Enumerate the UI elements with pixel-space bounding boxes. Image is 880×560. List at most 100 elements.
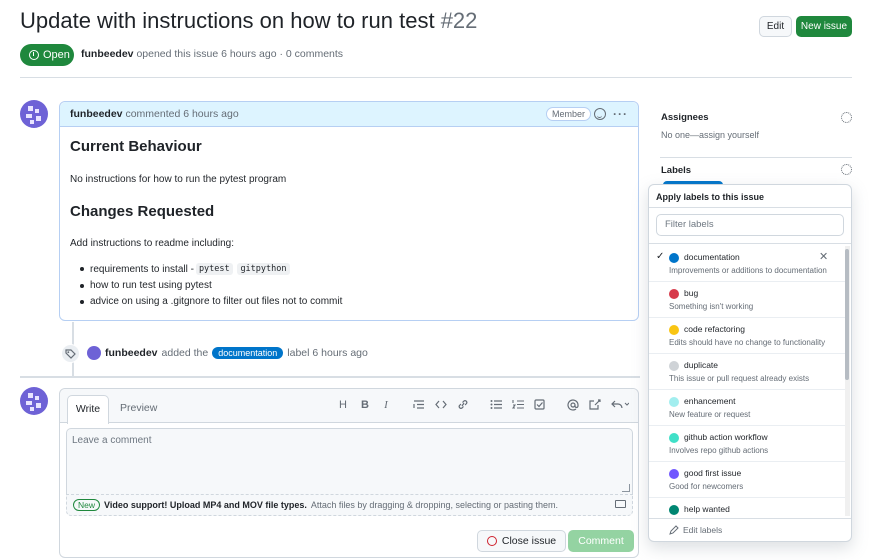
label-color-swatch [669,361,679,371]
heading-icon[interactable]: H [336,399,350,411]
comment-time[interactable]: commented 6 hours ago [125,108,238,120]
comment-paragraph: Add instructions to readme including: [70,238,234,249]
italic-icon[interactable]: I [379,399,393,411]
labels-title[interactable]: Labels [661,165,691,176]
attach-files-bar[interactable]: New Video support! Upload MP4 and MOV fi… [66,494,633,516]
label-option-bug[interactable]: bug Something isn't working [649,282,845,318]
label-documentation[interactable]: documentation [212,347,284,359]
mention-icon[interactable] [566,399,580,414]
label-color-swatch [669,469,679,479]
event-author-link[interactable]: funbeedev [105,347,158,359]
quote-icon[interactable] [412,399,426,413]
label-option-duplicate[interactable]: duplicate This issue or pull request alre… [649,354,845,390]
label-option-name: code refactoring [684,324,745,334]
issue-meta-text: opened this issue 6 hours ago · 0 commen… [136,48,344,60]
comment-meta: funbeedev commented 6 hours ago [70,108,239,120]
label-option-desc: New feature or request [669,410,751,419]
numbered-list-icon[interactable] [511,399,525,413]
label-option-name: github action workflow [684,432,768,442]
comment-author-link[interactable]: funbeedev [70,108,123,120]
comment-paragraph: No instructions for how to run the pytes… [70,174,287,185]
tab-preview[interactable]: Preview [120,402,157,414]
comment-button[interactable]: Comment [568,530,634,552]
label-option-desc: Improvements or additions to documentati… [669,266,827,275]
inline-code: pytest [195,263,233,275]
kebab-menu-icon[interactable]: ··· [613,107,628,121]
label-option-desc: This issue or pull request already exist… [669,374,810,383]
comment-heading-changes: Changes Requested [70,203,215,220]
issue-opened-icon [29,50,39,60]
comment-textarea[interactable]: Leave a comment [66,428,633,494]
tag-icon [61,344,80,363]
label-color-swatch [669,253,679,263]
list-item-text: requirements to install - [90,263,194,275]
label-option-desc: Good for newcomers [669,482,744,491]
label-option-name: duplicate [684,360,719,370]
edit-labels-label: Edit labels [683,525,723,535]
status-badge-label: Open [43,49,70,61]
reference-icon[interactable] [588,399,602,413]
timeline-divider [20,376,640,378]
inline-code: gitpython [237,263,290,275]
assignees-title[interactable]: Assignees [661,112,709,123]
label-option-help-wanted[interactable]: help wanted [649,498,845,516]
issue-author-link[interactable]: funbeedev [81,48,134,60]
label-option-enhancement[interactable]: enhancement New feature or request [649,390,845,426]
edit-button[interactable]: Edit [759,16,792,37]
label-color-swatch [669,325,679,335]
avatar[interactable] [20,100,48,128]
label-option-desc: Something isn't working [669,302,754,311]
assignees-text[interactable]: No one—assign yourself [661,130,759,140]
tab-write[interactable]: Write [67,395,109,424]
filter-labels-input[interactable]: Filter labels [656,214,844,236]
dropdown-divider [649,243,851,244]
list-item: advice on using a .gitgnore to filter ou… [80,296,342,307]
avatar[interactable] [20,387,48,415]
scrollbar-thumb[interactable] [845,249,849,380]
comment-header: funbeedev commented 6 hours ago Member ·… [60,102,638,127]
dropdown-divider [649,207,851,208]
label-color-swatch [669,397,679,407]
new-badge: New [73,499,101,511]
header-divider [20,77,852,78]
new-issue-button[interactable]: New issue [796,16,852,37]
gear-icon[interactable] [841,112,852,123]
code-icon[interactable] [434,399,448,413]
status-badge: Open [20,44,74,66]
label-option-documentation[interactable]: ✓ documentation Improvements or additions … [649,246,845,282]
label-option-code-refactoring[interactable]: code refactoring Edits should have no cha… [649,318,845,354]
label-option-good-first-issue[interactable]: good first issue Good for newcomers [649,462,845,498]
resize-handle-icon[interactable] [622,484,630,492]
list-item: requirements to install - pytest gitpyth… [80,263,290,275]
sidebar-divider [660,157,852,158]
pencil-icon [669,525,679,535]
member-badge: Member [546,107,592,121]
label-option-github-action-workflow[interactable]: github action workflow Involves repo gith… [649,426,845,462]
label-event: funbeedev added the documentation label … [87,346,368,360]
comment-heading-current: Current Behaviour [70,138,202,155]
issue-meta: funbeedev opened this issue 6 hours ago … [81,48,343,60]
gear-icon[interactable] [841,164,852,175]
close-issue-button[interactable]: Close issue [477,530,566,552]
close-issue-label: Close issue [501,535,557,547]
issue-number: #22 [440,8,478,33]
smiley-icon[interactable] [594,108,606,120]
bold-icon[interactable]: B [358,399,372,411]
bulleted-list-icon[interactable] [489,399,503,413]
issue-title: Update with instructions on how to run t… [20,8,477,34]
label-option-name: enhancement [684,396,736,406]
label-option-name: documentation [684,252,740,262]
attach-text: Attach files by dragging & dropping, sel… [310,500,559,510]
task-list-icon[interactable] [533,399,547,413]
reply-icon[interactable] [610,399,630,413]
remove-label-icon[interactable]: ✕ [819,250,828,263]
comment-composer: Write Preview H B I Leave a comment New … [59,388,639,558]
label-option-desc: Involves repo github actions [669,446,769,455]
check-icon: ✓ [656,251,665,262]
edit-labels-link[interactable]: Edit labels [649,518,851,541]
markdown-icon[interactable] [615,500,626,508]
comment-box: funbeedev commented 6 hours ago Member ·… [59,101,639,321]
avatar[interactable] [87,346,101,360]
label-color-swatch [669,433,679,443]
link-icon[interactable] [456,399,470,413]
